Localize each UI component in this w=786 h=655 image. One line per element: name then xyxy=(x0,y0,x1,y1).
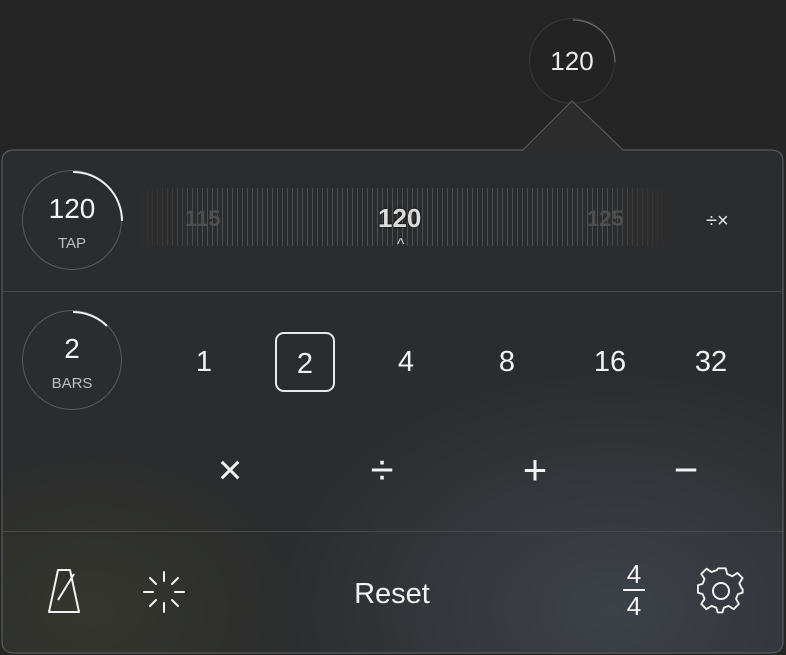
panel-outline xyxy=(1,100,784,654)
